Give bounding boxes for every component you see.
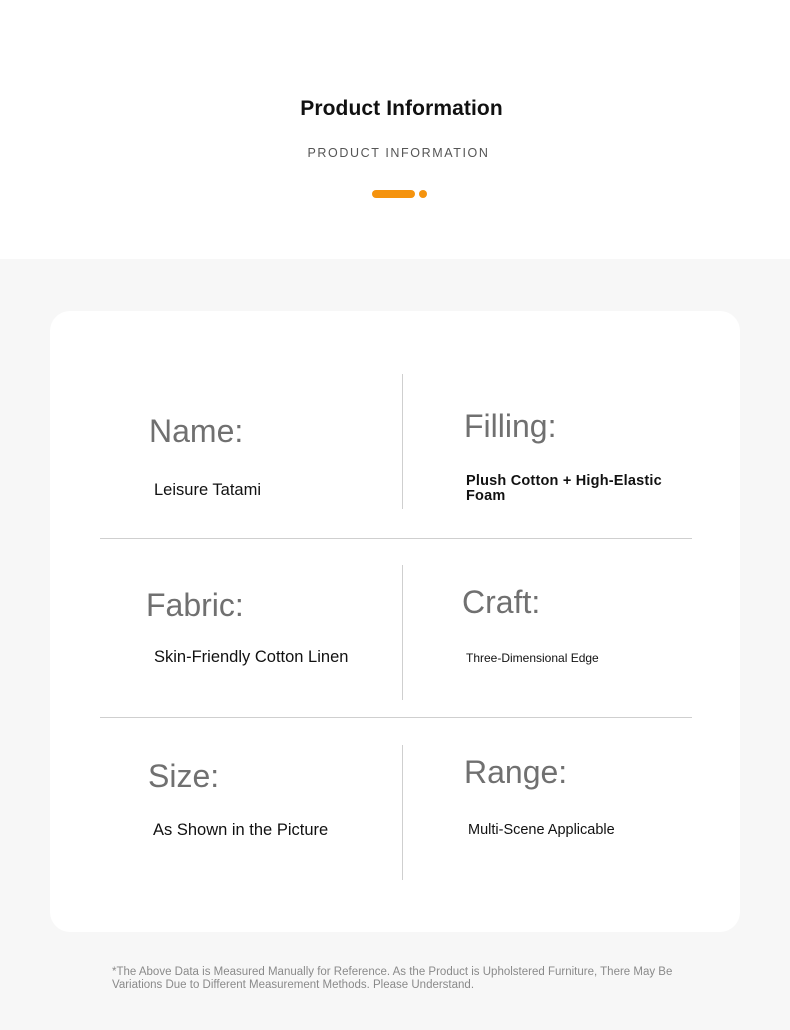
page-subtitle: PRODUCT INFORMATION (307, 146, 490, 160)
filling-label: Filling: (464, 408, 557, 444)
accent-dot (419, 190, 427, 198)
craft-value: Three-Dimensional Edge (466, 651, 599, 665)
row2-divider (402, 565, 403, 700)
header-section: Product Information PRODUCT INFORMATION (0, 0, 790, 259)
accent-bar (372, 190, 415, 198)
fabric-value: Skin-Friendly Cotton Linen (154, 648, 349, 666)
fabric-label: Fabric: (146, 587, 244, 623)
name-label: Name: (149, 413, 244, 449)
row1-divider (402, 374, 403, 509)
name-value: Leisure Tatami (154, 481, 262, 499)
row-separator-1 (100, 538, 692, 539)
row3-divider (402, 745, 403, 880)
craft-label: Craft: (462, 584, 541, 620)
range-label: Range: (464, 754, 568, 790)
size-label: Size: (148, 758, 220, 794)
page-title: Product Information (300, 97, 503, 120)
range-value: Multi-Scene Applicable (468, 822, 615, 838)
size-value: As Shown in the Picture (153, 821, 329, 839)
row-separator-2 (100, 717, 692, 718)
filling-value: Plush Cotton + High-Elastic Foam (466, 473, 662, 505)
footnote: *The Above Data is Measured Manually for… (112, 966, 673, 991)
